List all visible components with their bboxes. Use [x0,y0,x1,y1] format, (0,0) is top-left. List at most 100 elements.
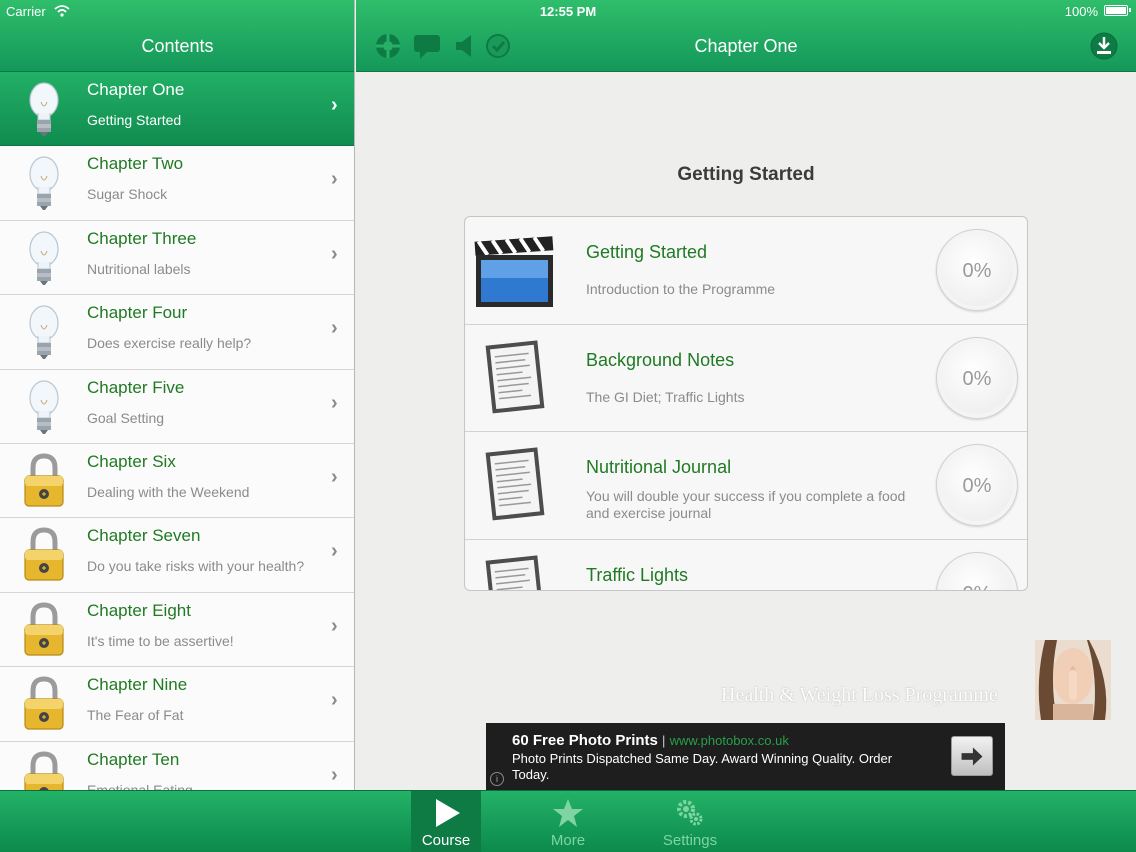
chapter-row[interactable]: Chapter Three Nutritional labels › [0,220,354,296]
lesson-title: Getting Started [586,242,708,262]
status-bar: Carrier 12:55 PM 100% [0,0,1136,22]
clapperboard-icon [474,236,554,307]
chapter-title: Chapter Two [87,154,184,174]
play-icon [436,799,460,827]
notes-icon [485,554,545,590]
lesson-row[interactable]: Traffic Lights 0% [465,540,1027,591]
progress-value: 0% [962,260,992,282]
lightbulb-icon [18,303,70,361]
lesson-row[interactable]: Background Notes The GI Diet; Traffic Li… [465,325,1027,432]
ad-url[interactable]: www.photobox.co.uk [670,733,789,748]
chapter-row[interactable]: Chapter Six Dealing with the Weekend › [0,443,354,519]
progress-value: 0% [937,583,1017,591]
lightbulb-icon [18,378,70,436]
tab-label: More [550,832,586,849]
chapter-row[interactable]: Chapter One Getting Started › [0,72,354,147]
chapter-row[interactable]: Chapter Eight It's time to be assertive! › [0,592,354,668]
status-time: 12:55 PM [539,4,597,19]
chapter-row[interactable]: Chapter Five Goal Setting › [0,369,354,444]
lesson-title: Traffic Lights [586,564,689,585]
chapter-title: Chapter Nine [87,675,188,695]
battery-icon [1104,5,1131,16]
ad-separator: | [662,733,666,748]
progress-value: 0% [962,475,992,497]
chevron-right-icon: › [331,391,338,414]
progress-circle: 0% [936,444,1018,526]
chapter-title: Chapter Seven [87,526,201,546]
chevron-right-icon: › [331,614,338,637]
chapter-row[interactable]: Chapter Nine The Fear of Fat › [0,667,354,742]
chapter-row[interactable]: Chapter Seven Do you take risks with your… [0,518,354,593]
chapter-row[interactable]: Chapter Four Does exercise really help? › [0,295,354,370]
lesson-row[interactable]: Nutritional Journal You will double your… [465,432,1027,540]
chapter-subtitle: Goal Setting [87,409,165,426]
chevron-right-icon: › [331,94,338,116]
lesson-list: Getting Started Introduction to the Prog… [464,216,1028,591]
notes-icon [485,339,545,413]
lesson-title: Nutritional Journal [586,457,732,477]
ad-arrow-button[interactable] [951,736,993,776]
chapter-subtitle: Sugar Shock [87,186,168,203]
battery-percent: 100% [1064,4,1098,19]
ad-body: Photo Prints Dispatched Same Day. Award … [512,751,893,782]
chapter-subtitle: Nutritional labels [87,260,191,277]
programme-watermark: Health & Weight Loss Programme [721,684,998,706]
chevron-right-icon: › [331,689,338,712]
lesson-row[interactable]: Getting Started Introduction to the Prog… [465,217,1027,325]
padlock-icon [18,675,70,733]
chapter-subtitle: The Fear of Fat [87,707,184,724]
tab-bar: Course More Settings [0,790,1136,852]
star-icon [553,799,583,827]
chevron-right-icon: › [331,763,338,786]
ad-title: 60 Free Photo Prints [512,732,658,749]
chapter-title: Chapter One [694,36,798,56]
lightbulb-icon [18,80,70,138]
chapter-list: Chapter One Getting Started › Chapter Two Su… [0,72,354,790]
padlock-icon [18,750,70,790]
chapter-subtitle: Getting Started [87,112,182,128]
promo-photo [1035,640,1111,720]
tab-label: Settings [662,832,718,849]
tab-more[interactable]: More [533,791,603,852]
padlock-icon [18,601,70,659]
chapter-subtitle: It's time to be assertive! [87,632,234,649]
contents-title: Contents [141,36,214,56]
chapter-title: Chapter Eight [87,600,191,620]
chapter-title: Chapter Four [87,303,188,323]
padlock-icon [18,452,70,510]
tab-label: Course [421,832,471,849]
chapter-title: Chapter One [87,80,185,99]
tab-settings[interactable]: Settings [655,791,725,852]
lesson-subtitle: The GI Diet; Traffic Lights [586,388,745,405]
progress-circle: 0% [936,229,1018,311]
progress-value: 0% [962,367,992,390]
progress-circle: 0% [936,336,1018,419]
chapter-row[interactable]: Chapter Two Sugar Shock › [0,146,354,221]
lesson-subtitle: Introduction to the Programme [586,281,776,297]
ad-info-icon[interactable]: i [490,772,504,786]
lightbulb-icon [18,229,70,287]
chapter-subtitle: Do you take risks with your health? [87,558,305,575]
chapter-panel: Chapter One Getting Started Getting Star… [356,0,1136,790]
chevron-right-icon: › [331,168,338,191]
notes-icon [485,447,545,521]
chevron-right-icon: › [331,242,338,265]
lesson-title: Background Notes [586,349,735,370]
contents-panel: Contents Chapter One Getting Started › Chap… [0,0,355,790]
chapter-subtitle: Dealing with the Weekend [87,483,250,500]
ad-title-line: 60 Free Photo Prints | www.photobox.co.u… [512,732,789,749]
download-icon[interactable] [1090,32,1118,60]
ad-banner[interactable]: 60 Free Photo Prints | www.photobox.co.u… [486,723,1005,790]
lightbulb-icon [18,154,70,212]
section-title: Getting Started [677,164,815,185]
chapter-subtitle: Does exercise really help? [87,335,252,352]
tab-course[interactable]: Course [411,791,481,852]
chapter-row[interactable]: Chapter Ten Emotional Eating › [0,741,354,790]
gears-icon [677,800,703,826]
chevron-right-icon: › [331,465,338,488]
chevron-right-icon: › [331,317,338,340]
chevron-right-icon: › [331,540,338,563]
chapter-subtitle: Emotional Eating [87,781,193,790]
lesson-subtitle: You will double your success if you comp… [586,488,906,521]
progress-circle: 0% [936,551,1018,591]
